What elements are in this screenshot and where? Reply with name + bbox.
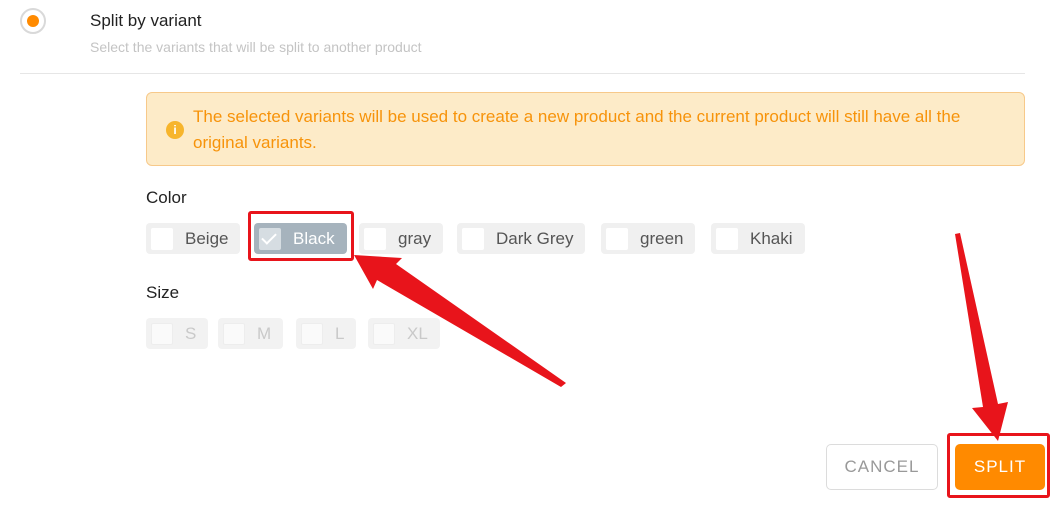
size-option-label: M — [257, 323, 272, 343]
checkbox-disabled — [223, 322, 245, 345]
split-button[interactable]: SPLIT — [955, 444, 1045, 490]
checkbox[interactable] — [606, 227, 628, 250]
checkbox-disabled — [301, 322, 323, 345]
size-option-label: L — [335, 323, 345, 343]
checkbox[interactable] — [462, 227, 484, 250]
color-option-label: Dark Grey — [496, 228, 574, 248]
color-option-label: Beige — [185, 228, 229, 248]
color-option-dark-grey[interactable]: Dark Grey — [457, 223, 586, 254]
split-by-variant-radio[interactable] — [20, 8, 46, 34]
checkbox[interactable] — [151, 227, 173, 250]
checkbox[interactable] — [716, 227, 738, 250]
color-group-label: Color — [146, 188, 187, 207]
cancel-button[interactable]: CANCEL — [826, 444, 938, 490]
color-option-khaki[interactable]: Khaki — [711, 223, 805, 254]
size-group-label: Size — [146, 283, 180, 302]
info-alert: i The selected variants will be used to … — [146, 92, 1025, 166]
arrow-to-split-button — [955, 233, 1008, 441]
size-option-xl: XL — [368, 318, 440, 349]
option-description: Select the variants that will be split t… — [90, 39, 422, 55]
color-option-label: green — [640, 228, 684, 248]
size-option-label: S — [185, 323, 197, 343]
size-option-l: L — [296, 318, 357, 349]
size-option-s: S — [146, 318, 209, 349]
color-option-beige[interactable]: Beige — [146, 223, 241, 254]
checkbox-disabled — [373, 322, 395, 345]
checkbox-disabled — [151, 322, 173, 345]
color-option-label: Khaki — [750, 228, 793, 248]
size-option-label: XL — [407, 323, 428, 343]
color-option-label: gray — [398, 228, 432, 248]
checkbox[interactable] — [364, 227, 386, 250]
radio-selected-dot — [27, 15, 39, 27]
divider — [20, 73, 1025, 74]
color-option-black[interactable]: Black — [254, 223, 347, 254]
size-option-m: M — [218, 318, 284, 349]
alert-text: The selected variants will be used to cr… — [193, 107, 961, 152]
option-title: Split by variant — [90, 11, 202, 30]
checkbox-checked[interactable] — [259, 227, 281, 250]
info-icon: i — [166, 121, 184, 139]
color-option-gray[interactable]: gray — [359, 223, 444, 254]
color-option-label: Black — [293, 228, 335, 248]
color-option-green[interactable]: green — [601, 223, 696, 254]
